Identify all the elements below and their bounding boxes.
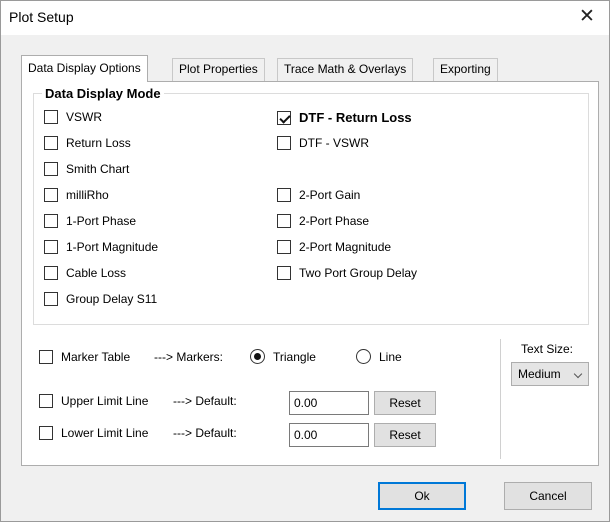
triangle-radio[interactable]: Triangle [250,349,316,364]
ok-button[interactable]: Ok [378,482,466,510]
one-port-phase-checkbox[interactable]: 1-Port Phase [44,214,136,228]
checkbox-label: 2-Port Magnitude [299,240,392,254]
checkbox-box[interactable] [44,162,58,176]
checkbox-label: Upper Limit Line [61,394,149,408]
checkbox-label: VSWR [66,110,102,124]
line-radio[interactable]: Line [356,349,402,364]
checkbox-label: Smith Chart [66,162,130,176]
lower-limit-reset-button[interactable]: Reset [374,423,436,447]
checkbox-label: Cable Loss [66,266,127,280]
upper-limit-default-input[interactable]: 0.00 [289,391,369,415]
checkbox-label: 2-Port Phase [299,214,370,228]
checkbox-box[interactable] [44,292,58,306]
checkbox-label: Lower Limit Line [61,426,149,440]
checkbox-label: 2-Port Gain [299,188,361,202]
upper-limit-line-checkbox[interactable]: Upper Limit Line [39,394,148,408]
radio-dot-selected[interactable] [250,349,265,364]
checkbox-label: Marker Table [61,350,131,364]
checkbox-box[interactable] [44,136,58,150]
upper-limit-reset-button[interactable]: Reset [374,391,436,415]
checkbox-label: 1-Port Magnitude [66,240,159,254]
chevron-down-icon[interactable] [573,369,583,379]
tab-exporting[interactable]: Exporting [433,58,498,81]
upper-default-arrow-label: ---> Default: [173,394,237,408]
text-size-select[interactable]: Medium [511,362,589,386]
checkbox-box[interactable] [44,240,58,254]
checkbox-box[interactable] [277,266,291,280]
millirho-checkbox[interactable]: milliRho [44,188,109,202]
checkbox-box[interactable] [277,136,291,150]
vswr-checkbox[interactable]: VSWR [44,110,102,124]
checkbox-box-checked[interactable] [277,110,291,125]
vertical-divider [500,339,501,459]
cable-loss-checkbox[interactable]: Cable Loss [44,266,126,280]
checkbox-label: Two Port Group Delay [299,266,418,280]
lower-limit-default-input[interactable]: 0.00 [289,423,369,447]
checkbox-label: milliRho [66,188,109,202]
checkbox-label: DTF - VSWR [299,136,369,150]
tab-data-display-options[interactable]: Data Display Options [21,55,148,82]
checkbox-box[interactable] [39,350,53,364]
cancel-button[interactable]: Cancel [504,482,592,510]
tab-plot-properties[interactable]: Plot Properties [172,58,265,81]
checkbox-box[interactable] [39,426,53,440]
checkbox-box[interactable] [39,394,53,408]
checkbox-box[interactable] [44,188,58,202]
dialog-title: Plot Setup [9,9,74,25]
checkbox-box[interactable] [277,214,291,228]
one-port-magnitude-checkbox[interactable]: 1-Port Magnitude [44,240,158,254]
two-port-gain-checkbox[interactable]: 2-Port Gain [277,188,360,202]
checkbox-label: DTF - Return Loss [299,110,412,125]
tab-panel: Data Display Mode VSWR Return Loss Smith… [21,81,599,466]
text-size-label: Text Size: [521,342,574,356]
dtf-vswr-checkbox[interactable]: DTF - VSWR [277,136,369,150]
text-size-value: Medium [518,367,561,381]
tab-trace-math-overlays[interactable]: Trace Math & Overlays [277,58,414,81]
checkbox-label: 1-Port Phase [66,214,137,228]
return-loss-checkbox[interactable]: Return Loss [44,136,131,150]
markers-arrow-label: ---> Markers: [154,350,223,364]
checkbox-box[interactable] [277,188,291,202]
smith-chart-checkbox[interactable]: Smith Chart [44,162,129,176]
radio-dot[interactable] [356,349,371,364]
two-port-magnitude-checkbox[interactable]: 2-Port Magnitude [277,240,391,254]
lower-limit-line-checkbox[interactable]: Lower Limit Line [39,426,148,440]
lower-default-arrow-label: ---> Default: [173,426,237,440]
close-icon[interactable]: ✕ [575,5,599,29]
checkbox-box[interactable] [44,110,58,124]
two-port-phase-checkbox[interactable]: 2-Port Phase [277,214,369,228]
data-display-mode-group: Data Display Mode VSWR Return Loss Smith… [33,86,589,325]
title-bar: Plot Setup ✕ [1,1,609,35]
checkbox-label: Return Loss [66,136,131,150]
checkbox-box[interactable] [44,266,58,280]
radio-label: Triangle [273,349,316,364]
checkbox-box[interactable] [44,214,58,228]
checkbox-box[interactable] [277,240,291,254]
group-delay-s11-checkbox[interactable]: Group Delay S11 [44,292,157,306]
radio-label: Line [379,349,402,364]
dtf-return-loss-checkbox[interactable]: DTF - Return Loss [277,110,412,125]
marker-table-checkbox[interactable]: Marker Table [39,350,130,364]
two-port-group-delay-checkbox[interactable]: Two Port Group Delay [277,266,417,280]
checkbox-label: Group Delay S11 [66,292,158,306]
plot-setup-dialog: Plot Setup ✕ Data Display Options Plot P… [0,0,610,522]
group-title: Data Display Mode [42,86,164,101]
